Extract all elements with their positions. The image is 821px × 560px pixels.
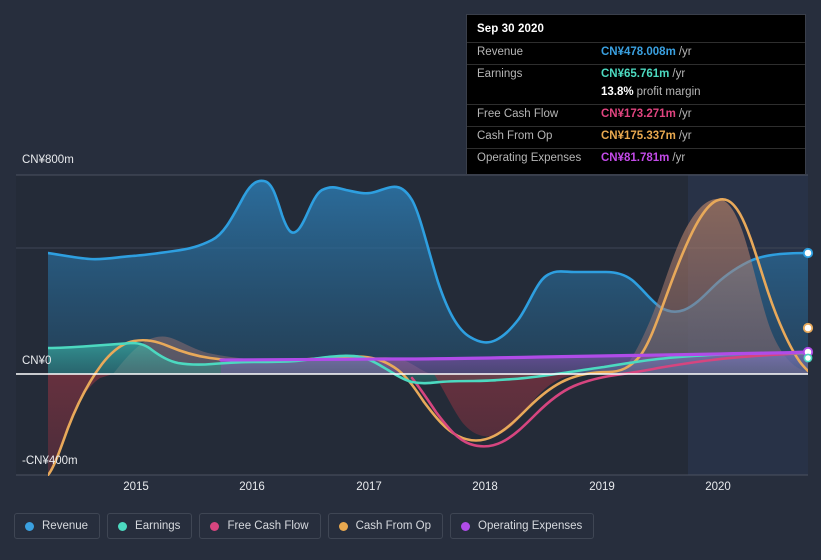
y-axis-label-bottom: -CN¥400m <box>22 455 78 467</box>
legend-item-free-cash-flow[interactable]: Free Cash Flow <box>199 513 320 539</box>
tooltip-label-operating-expenses: Operating Expenses <box>477 152 601 164</box>
legend-label-cash-from-op: Cash From Op <box>356 520 431 532</box>
tooltip-label-revenue: Revenue <box>477 46 601 58</box>
x-tick-2017: 2017 <box>356 481 382 493</box>
legend-item-cash-from-op[interactable]: Cash From Op <box>328 513 443 539</box>
x-tick-2019: 2019 <box>589 481 615 493</box>
tooltip-value-operating-expenses: CN¥81.781m <box>601 152 669 164</box>
tooltip-label-free-cash-flow: Free Cash Flow <box>477 108 601 120</box>
tooltip-row-cash-from-op: Cash From Op CN¥175.337m /yr <box>467 126 805 148</box>
tooltip-value-profit-margin: 13.8% <box>601 86 634 98</box>
tooltip-value-free-cash-flow: CN¥173.271m <box>601 108 676 120</box>
tooltip-title: Sep 30 2020 <box>467 21 805 42</box>
x-tick-2020: 2020 <box>705 481 731 493</box>
legend-dot-revenue <box>25 522 34 531</box>
legend-item-earnings[interactable]: Earnings <box>107 513 192 539</box>
legend-dot-operating-expenses <box>461 522 470 531</box>
x-tick-2016: 2016 <box>239 481 265 493</box>
x-tick-2018: 2018 <box>472 481 498 493</box>
legend-dot-earnings <box>118 522 127 531</box>
tooltip-unit-revenue: /yr <box>679 46 692 58</box>
earnings-endpoint-marker <box>804 354 811 361</box>
legend-label-free-cash-flow: Free Cash Flow <box>227 520 308 532</box>
x-tick-2015: 2015 <box>123 481 149 493</box>
tooltip-value-earnings: CN¥65.761m <box>601 68 669 80</box>
y-axis-label-zero: CN¥0 <box>22 355 51 367</box>
tooltip-unit-earnings: /yr <box>672 68 685 80</box>
legend-item-operating-expenses[interactable]: Operating Expenses <box>450 513 594 539</box>
y-axis-label-top: CN¥800m <box>22 154 74 166</box>
legend-item-revenue[interactable]: Revenue <box>14 513 100 539</box>
revenue-endpoint-marker <box>804 249 812 257</box>
chart-legend: Revenue Earnings Free Cash Flow Cash Fro… <box>14 513 594 539</box>
tooltip-row-free-cash-flow: Free Cash Flow CN¥173.271m /yr <box>467 104 805 126</box>
tooltip-unit-profit-margin: profit margin <box>637 86 701 98</box>
tooltip-value-cash-from-op: CN¥175.337m <box>601 130 676 142</box>
tooltip-unit-free-cash-flow: /yr <box>679 108 692 120</box>
legend-dot-cash-from-op <box>339 522 348 531</box>
legend-label-earnings: Earnings <box>135 520 180 532</box>
tooltip-row-revenue: Revenue CN¥478.008m /yr <box>467 42 805 64</box>
data-tooltip: Sep 30 2020 Revenue CN¥478.008m /yr Earn… <box>466 14 806 175</box>
tooltip-row-operating-expenses: Operating Expenses CN¥81.781m /yr <box>467 148 805 170</box>
legend-dot-free-cash-flow <box>210 522 219 531</box>
legend-label-operating-expenses: Operating Expenses <box>478 520 582 532</box>
tooltip-unit-cash-from-op: /yr <box>679 130 692 142</box>
tooltip-row-earnings: Earnings CN¥65.761m /yr <box>467 64 805 86</box>
legend-label-revenue: Revenue <box>42 520 88 532</box>
cash-from-op-endpoint-marker <box>804 324 812 332</box>
tooltip-label-earnings: Earnings <box>477 68 601 80</box>
tooltip-value-revenue: CN¥478.008m <box>601 46 676 58</box>
tooltip-row-profit-margin: 13.8% profit margin <box>467 86 805 104</box>
tooltip-unit-operating-expenses: /yr <box>672 152 685 164</box>
tooltip-label-cash-from-op: Cash From Op <box>477 130 601 142</box>
financial-chart: CN¥800m CN¥0 -CN¥400m 2015 2016 2017 201… <box>0 0 821 560</box>
